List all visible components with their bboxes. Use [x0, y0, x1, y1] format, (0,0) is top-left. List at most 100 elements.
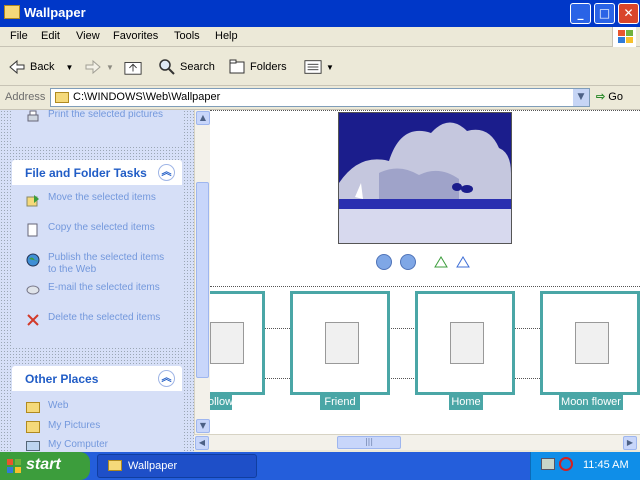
views-button[interactable]: ▼ [304, 56, 334, 78]
windows-logo-icon [612, 27, 636, 47]
delete-icon [27, 314, 39, 326]
address-input[interactable]: C:\WINDOWS\Web\Wallpaper ▼ [50, 88, 590, 107]
task-label: Publish the selected items to the Web [48, 252, 165, 275]
task-label: Copy the selected items [48, 222, 155, 233]
panel-header[interactable]: Other Places ︽ [12, 366, 182, 391]
task-publish[interactable]: Publish the selected items to the Web [22, 251, 172, 281]
start-button[interactable]: start [0, 452, 90, 480]
thumbnail-label: Friend [320, 395, 360, 410]
menu-tools[interactable]: Tools [174, 30, 200, 42]
task-label: Print the selected pictures [48, 110, 164, 120]
divider [210, 110, 640, 111]
address-dropdown-icon[interactable]: ▼ [573, 89, 589, 106]
task-label: Delete the selected items [48, 312, 161, 323]
email-icon [26, 285, 40, 295]
place-my-computer[interactable]: My Computer [22, 438, 172, 452]
collapse-icon[interactable]: ︽ [158, 164, 175, 181]
search-label: Search [180, 61, 215, 73]
forward-arrow-icon [85, 60, 101, 75]
views-icon [304, 60, 322, 74]
task-print-pictures[interactable]: Print the selected pictures [22, 110, 172, 138]
task-move[interactable]: Move the selected items [22, 191, 172, 221]
address-label: Address [5, 91, 46, 103]
jpeg-file-icon [575, 322, 609, 364]
taskbar-window-button[interactable]: Wallpaper [97, 454, 257, 478]
panel-body: Web My Pictures My Computer [12, 391, 182, 452]
rotate-counterclockwise-icon[interactable] [456, 256, 470, 268]
folder-icon [4, 5, 20, 19]
security-alert-icon[interactable] [559, 457, 573, 471]
place-label: My Computer [48, 439, 109, 450]
minimize-button[interactable]: _ [570, 3, 591, 24]
menu-favorites[interactable]: Favorites [113, 30, 158, 42]
folder-icon [26, 402, 40, 413]
panel-title: Other Places [25, 372, 99, 386]
back-button[interactable]: Back ▼ [8, 56, 73, 78]
task-delete[interactable]: Delete the selected items [22, 311, 172, 341]
scroll-down-icon[interactable]: ▼ [196, 419, 210, 433]
horizontal-scrollbar[interactable]: ◀ ||| ▶ [194, 434, 640, 450]
explorer-window: Wallpaper _ □ ✕ File Edit View Favorites… [0, 0, 640, 452]
menu-file[interactable]: File [10, 30, 28, 42]
title-bar[interactable]: Wallpaper _ □ ✕ [0, 0, 640, 27]
thumbnail-label: Home [449, 395, 483, 410]
menu-view[interactable]: View [76, 30, 100, 42]
start-label: start [26, 456, 61, 473]
back-dropdown-icon[interactable]: ▼ [66, 63, 74, 72]
task-copy[interactable]: Copy the selected items [22, 221, 172, 251]
move-icon [26, 195, 39, 207]
up-folder-button[interactable] [124, 56, 146, 78]
panel-body: Move the selected items Copy the selecte… [12, 185, 182, 348]
menu-edit[interactable]: Edit [41, 30, 60, 42]
thumbnail[interactable] [290, 291, 390, 395]
standard-toolbar: Back ▼ ▼ Search Folders ▼ [0, 48, 640, 86]
menu-help[interactable]: Help [215, 30, 238, 42]
go-button[interactable]: ⇨ Go [596, 90, 623, 103]
scroll-left-icon[interactable]: ◀ [195, 436, 209, 450]
file-folder-tasks-panel: File and Folder Tasks ︽ Move the selecte… [12, 160, 182, 348]
place-label: My Pictures [48, 420, 101, 431]
maximize-button[interactable]: □ [594, 3, 615, 24]
task-label: Move the selected items [48, 192, 156, 203]
taskbar: start Wallpaper 11:45 AM [0, 452, 640, 480]
thumbnail[interactable] [210, 291, 265, 395]
rotate-clockwise-icon[interactable] [434, 256, 448, 268]
previous-image-button[interactable] [376, 254, 392, 270]
clock: 11:45 AM [583, 459, 629, 471]
vertical-scrollbar[interactable]: ▲ ▼ [194, 110, 210, 436]
task-label: E-mail the selected items [48, 282, 160, 293]
collapse-icon[interactable]: ︽ [158, 370, 175, 387]
network-icon[interactable] [541, 458, 555, 470]
address-path: C:\WINDOWS\Web\Wallpaper [73, 91, 221, 103]
address-bar: Address C:\WINDOWS\Web\Wallpaper ▼ ⇨ Go [0, 86, 640, 110]
folders-button[interactable]: Folders [228, 56, 287, 78]
forward-button[interactable]: ▼ [84, 56, 114, 78]
place-my-pictures[interactable]: My Pictures [22, 419, 172, 439]
folders-label: Folders [250, 61, 287, 73]
scroll-thumb[interactable] [196, 182, 209, 378]
my-pictures-icon [26, 421, 40, 433]
filmstrip-view: ollow Friend Home Moon flower [210, 110, 640, 436]
window-title: Wallpaper [24, 5, 86, 20]
thumbnail-label: ollow [210, 395, 234, 410]
close-button[interactable]: ✕ [618, 3, 639, 24]
panel-title: File and Folder Tasks [25, 166, 147, 180]
search-button[interactable]: Search [158, 56, 215, 78]
thumbnail[interactable] [540, 291, 640, 395]
menu-bar: File Edit View Favorites Tools Help [0, 27, 640, 47]
panel-header[interactable]: File and Folder Tasks ︽ [12, 160, 182, 185]
globe-icon [26, 253, 40, 267]
go-arrow-icon: ⇨ [596, 91, 606, 103]
back-arrow-icon [9, 60, 25, 75]
next-image-button[interactable] [400, 254, 416, 270]
other-places-panel: Other Places ︽ Web My Pictures My Comput… [12, 366, 182, 452]
task-email[interactable]: E-mail the selected items [22, 281, 172, 311]
scroll-thumb[interactable]: ||| [337, 436, 401, 449]
computer-icon [26, 441, 40, 451]
place-web[interactable]: Web [22, 399, 172, 419]
jpeg-file-icon [325, 322, 359, 364]
thumbnail[interactable] [415, 291, 515, 395]
scroll-right-icon[interactable]: ▶ [623, 436, 637, 450]
scroll-up-icon[interactable]: ▲ [196, 111, 210, 125]
preview-image [339, 113, 511, 243]
